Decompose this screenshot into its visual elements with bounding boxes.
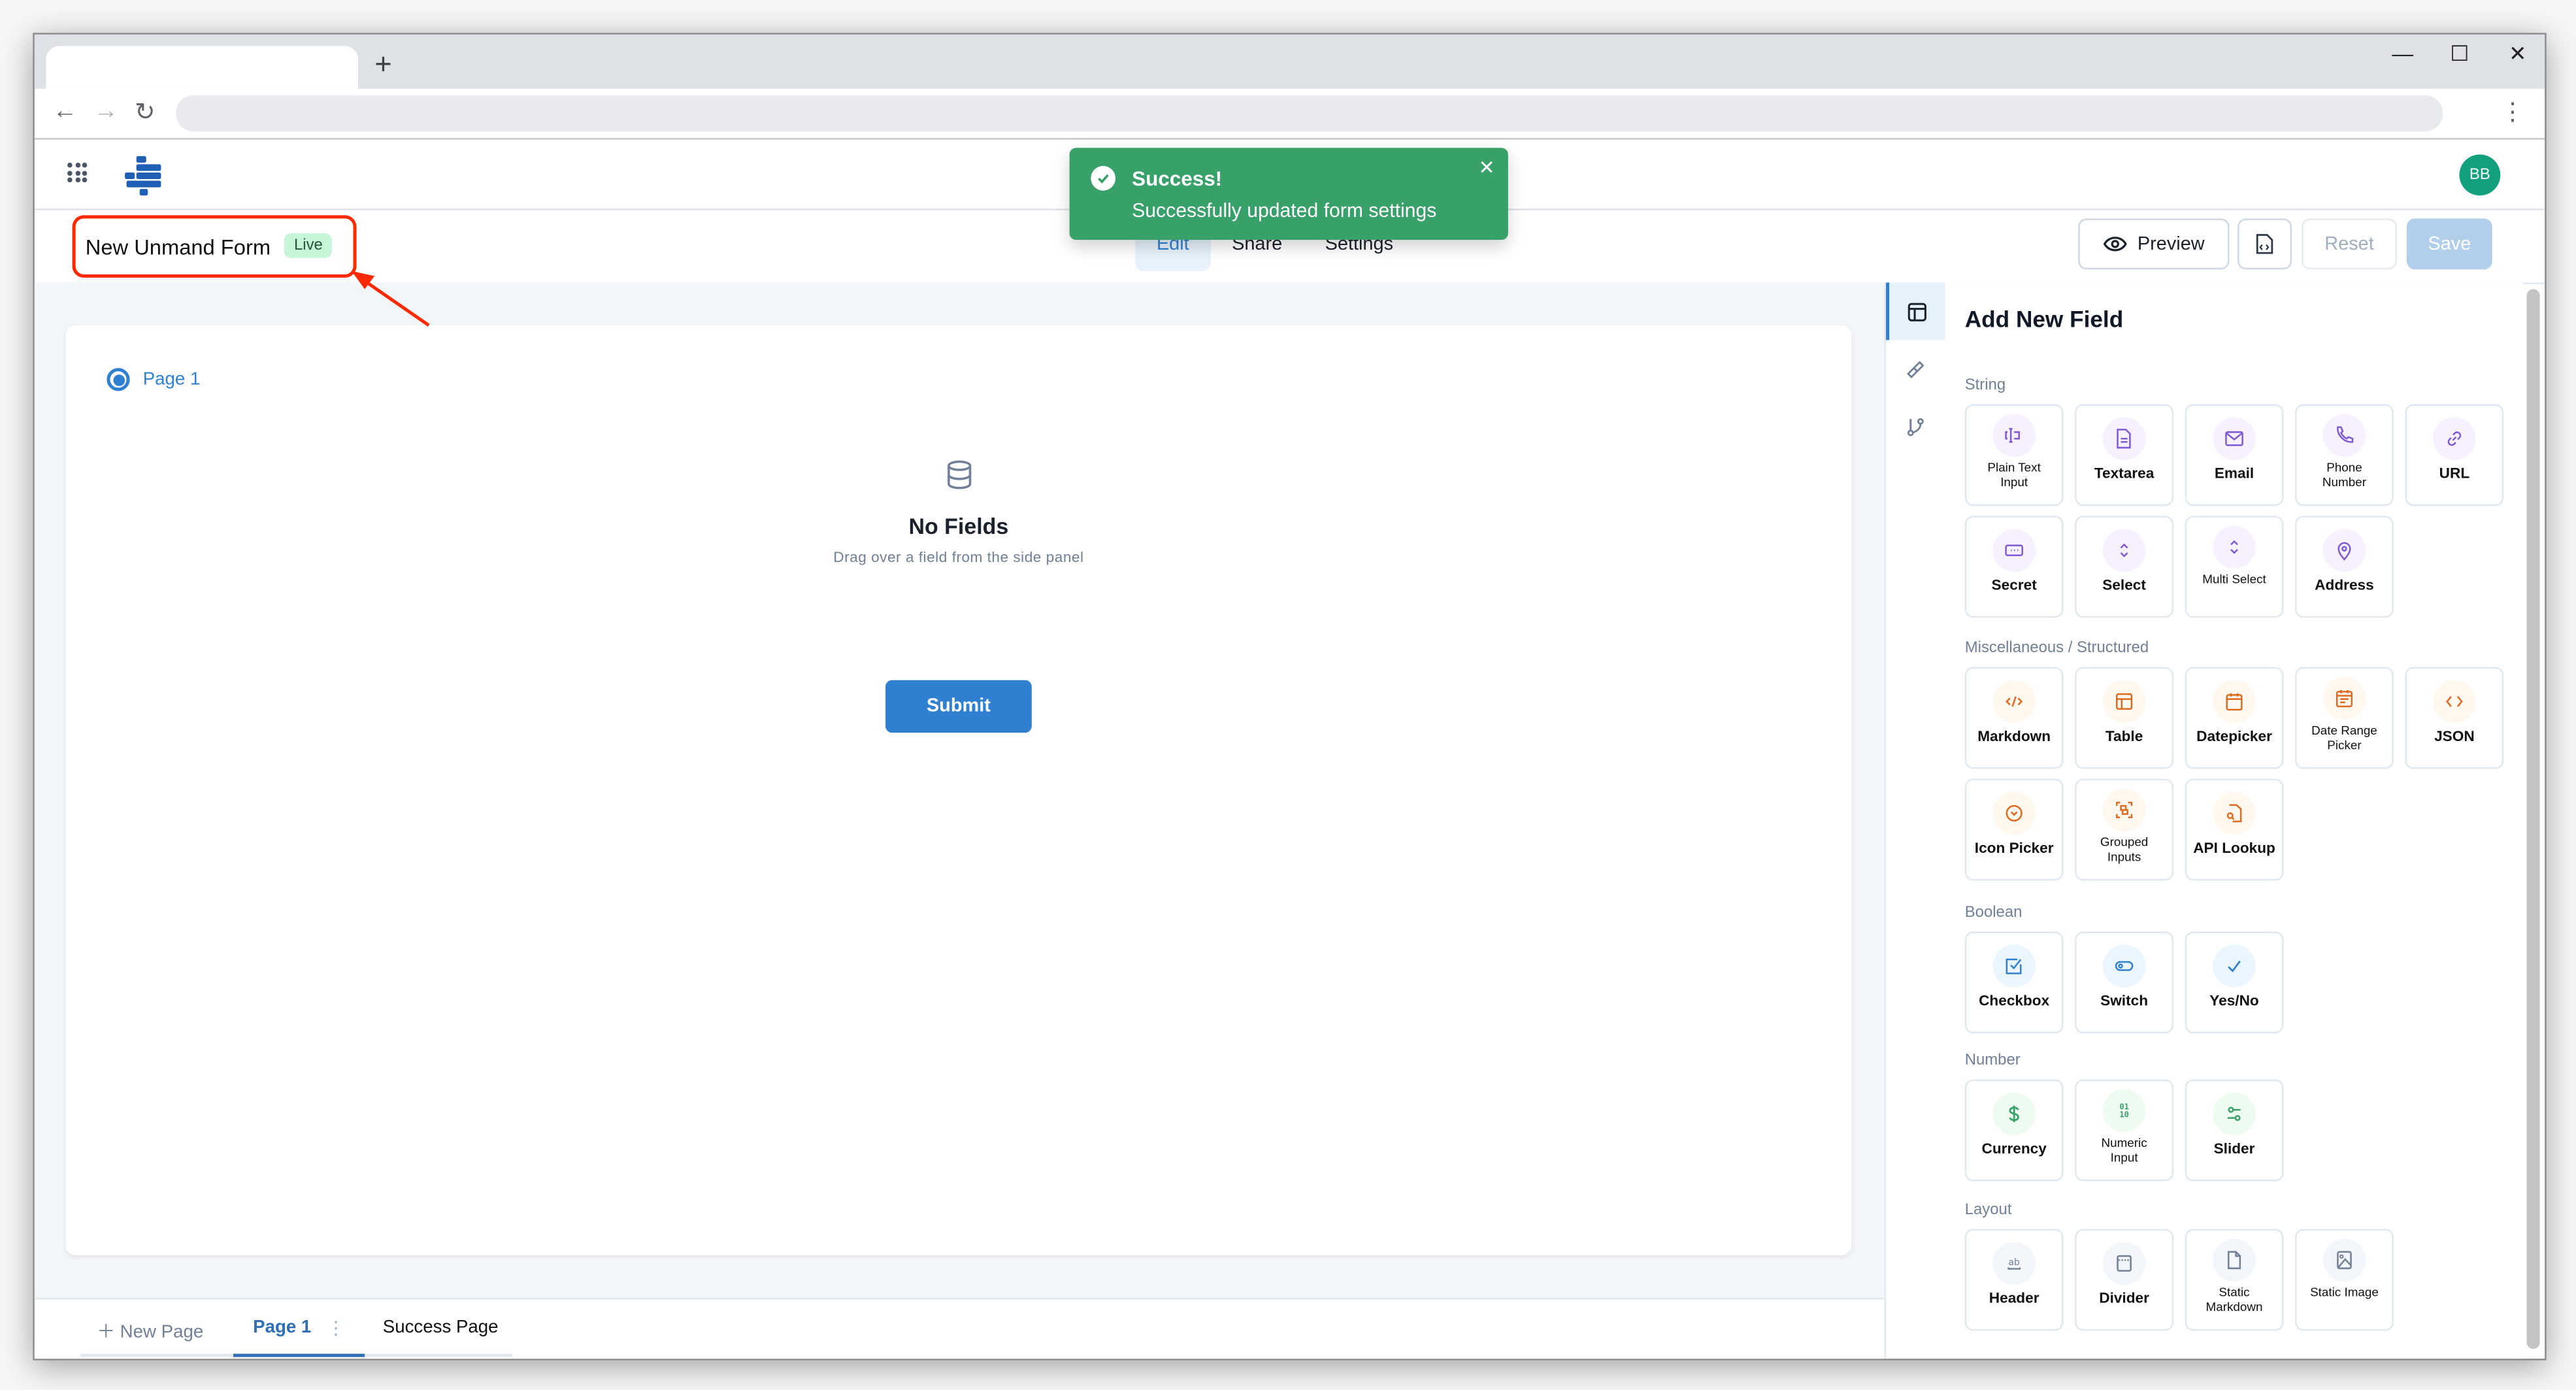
screen: + — ☐ ✕ ← → ↻ ⋮ BB New Unmand Form Live … <box>0 0 2576 1390</box>
annotation-arrow <box>351 271 430 327</box>
